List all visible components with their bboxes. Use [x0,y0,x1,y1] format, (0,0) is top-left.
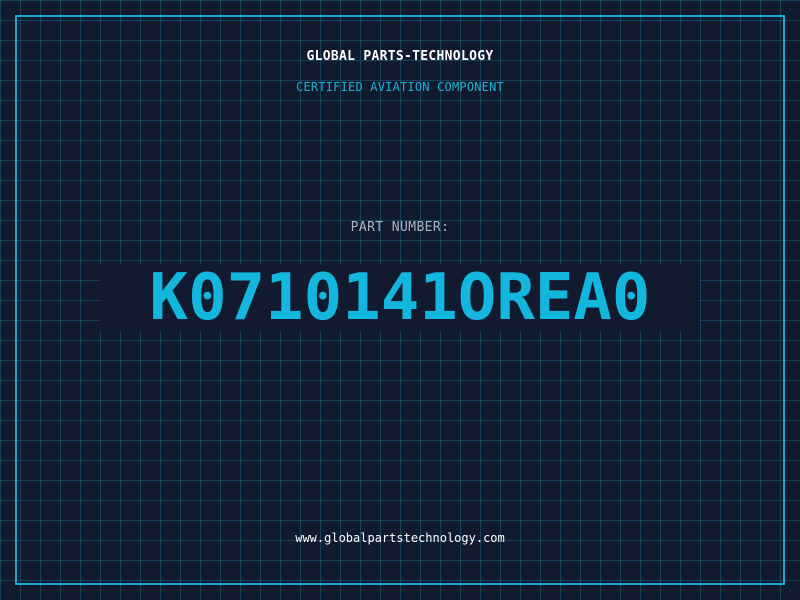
certification-tagline: CERTIFIED AVIATION COMPONENT [296,80,504,94]
website-url: www.globalpartstechnology.com [295,531,505,545]
company-name: GLOBAL PARTS-TECHNOLOGY [306,49,494,64]
blueprint-grid-background: GLOBAL PARTS-TECHNOLOGY CERTIFIED AVIATI… [0,0,800,600]
part-number-label: PART NUMBER: [350,220,450,235]
part-number-value: K0710141OREA0 [100,258,700,338]
